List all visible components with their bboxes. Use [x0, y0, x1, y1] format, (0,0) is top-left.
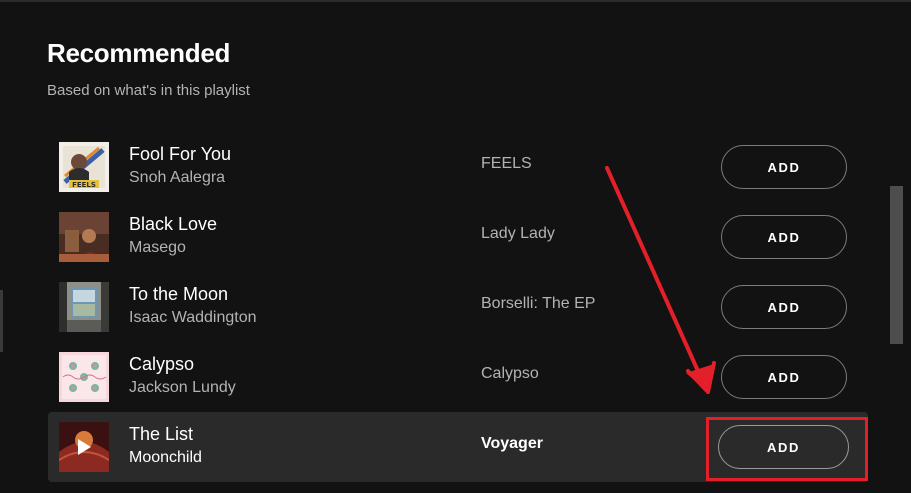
track-artist-link[interactable]: Moonchild [129, 449, 202, 467]
album-art-borselli [59, 282, 109, 332]
track-album-link[interactable]: Lady Lady [481, 225, 555, 243]
album-art-lady-lady [59, 212, 109, 262]
play-icon[interactable] [59, 422, 109, 472]
track-row[interactable]: FEELS Fool For You Snoh Aalegra FEELS AD… [48, 132, 868, 202]
track-title[interactable]: Fool For You [129, 144, 231, 165]
track-artist-link[interactable]: Jackson Lundy [129, 379, 236, 397]
track-album-link[interactable]: Voyager [481, 435, 543, 453]
album-art-feels: FEELS [59, 142, 109, 192]
track-title[interactable]: Black Love [129, 214, 217, 235]
track-row[interactable]: Black Love Masego Lady Lady ADD [48, 202, 868, 272]
svg-text:FEELS: FEELS [72, 181, 96, 189]
track-row[interactable]: Calypso Jackson Lundy Calypso ADD [48, 342, 868, 412]
add-button[interactable]: ADD [721, 285, 847, 329]
add-button[interactable]: ADD [721, 145, 847, 189]
track-title[interactable]: To the Moon [129, 284, 228, 305]
annotation-highlight-box [706, 417, 868, 481]
add-button[interactable]: ADD [721, 355, 847, 399]
track-artist-link[interactable]: Snoh Aalegra [129, 169, 225, 187]
track-artist-link[interactable]: Isaac Waddington [129, 309, 256, 327]
add-button[interactable]: ADD [721, 215, 847, 259]
track-album-link[interactable]: Borselli: The EP [481, 295, 595, 313]
track-album-link[interactable]: FEELS [481, 155, 532, 173]
track-title[interactable]: Calypso [129, 354, 194, 375]
scrollbar-thumb[interactable] [890, 186, 903, 344]
track-title[interactable]: The List [129, 424, 193, 445]
album-art-calypso [59, 352, 109, 402]
track-album-link[interactable]: Calypso [481, 365, 539, 383]
track-artist-link[interactable]: Masego [129, 239, 186, 257]
track-row[interactable]: To the Moon Isaac Waddington Borselli: T… [48, 272, 868, 342]
album-art-voyager [59, 422, 109, 472]
